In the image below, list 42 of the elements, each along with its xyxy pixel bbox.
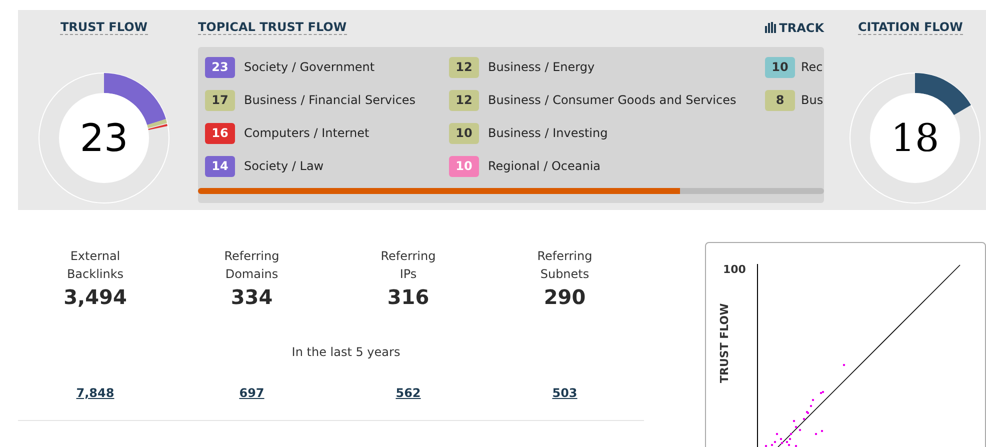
citation-flow-title[interactable]: CITATION FLOW <box>858 20 963 35</box>
score-badge: 10 <box>449 156 479 176</box>
score-badge: 10 <box>449 122 479 144</box>
score-badge: 16 <box>205 122 235 144</box>
track-link[interactable]: TRACK <box>765 20 824 34</box>
topic-label[interactable]: Business / Energy <box>488 60 595 74</box>
stat-value: 334 <box>230 284 273 310</box>
score-badge: 12 <box>449 56 479 78</box>
topic-label[interactable]: Rec <box>801 60 823 74</box>
stat-label: Referring IPs <box>380 248 437 283</box>
history-link[interactable]: 562 <box>396 386 421 400</box>
topical-trust-flow-title[interactable]: TOPICAL TRUST FLOW <box>198 20 347 35</box>
history-link[interactable]: 697 <box>239 386 264 400</box>
score-badge: 23 <box>205 56 235 78</box>
trust-flow-title[interactable]: TRUST FLOW <box>60 20 148 35</box>
topic-label[interactable]: Business / Consumer Goods and Services <box>488 93 736 107</box>
topic-label[interactable]: Business / Financial Services <box>244 93 416 107</box>
topic-label[interactable]: Bus <box>801 93 824 107</box>
citation-flow-score: 18 <box>890 116 940 160</box>
topic-label[interactable]: Computers / Internet <box>244 126 370 140</box>
history-caption: In the last 5 years <box>292 345 400 359</box>
trust-flow-score: 23 <box>78 116 130 160</box>
history-link[interactable]: 503 <box>552 386 578 400</box>
topic-label[interactable]: Society / Government <box>244 60 375 74</box>
bar-chart-icon <box>765 22 778 33</box>
stat-label: Referring Domains <box>223 248 280 283</box>
stat-value: 316 <box>387 284 430 310</box>
stat-label: Referring Subnets <box>536 248 594 283</box>
stat-value: 290 <box>544 284 586 310</box>
score-badge: 12 <box>449 90 479 110</box>
score-badge: 8 <box>765 90 795 110</box>
stat-label: External Backlinks <box>66 248 125 283</box>
score-badge: 10 <box>765 56 795 78</box>
topic-label[interactable]: Regional / Oceania <box>488 159 601 173</box>
score-badge: 14 <box>205 156 235 176</box>
y-tick-label: 100 <box>723 263 746 276</box>
topic-label[interactable]: Society / Law <box>244 159 324 173</box>
score-badge: 17 <box>205 90 235 110</box>
stat-value: 3,494 <box>64 284 127 310</box>
history-link[interactable]: 7,848 <box>76 386 114 400</box>
topic-label[interactable]: Business / Investing <box>488 126 608 140</box>
y-axis-label: TRUST FLOW <box>718 303 731 383</box>
